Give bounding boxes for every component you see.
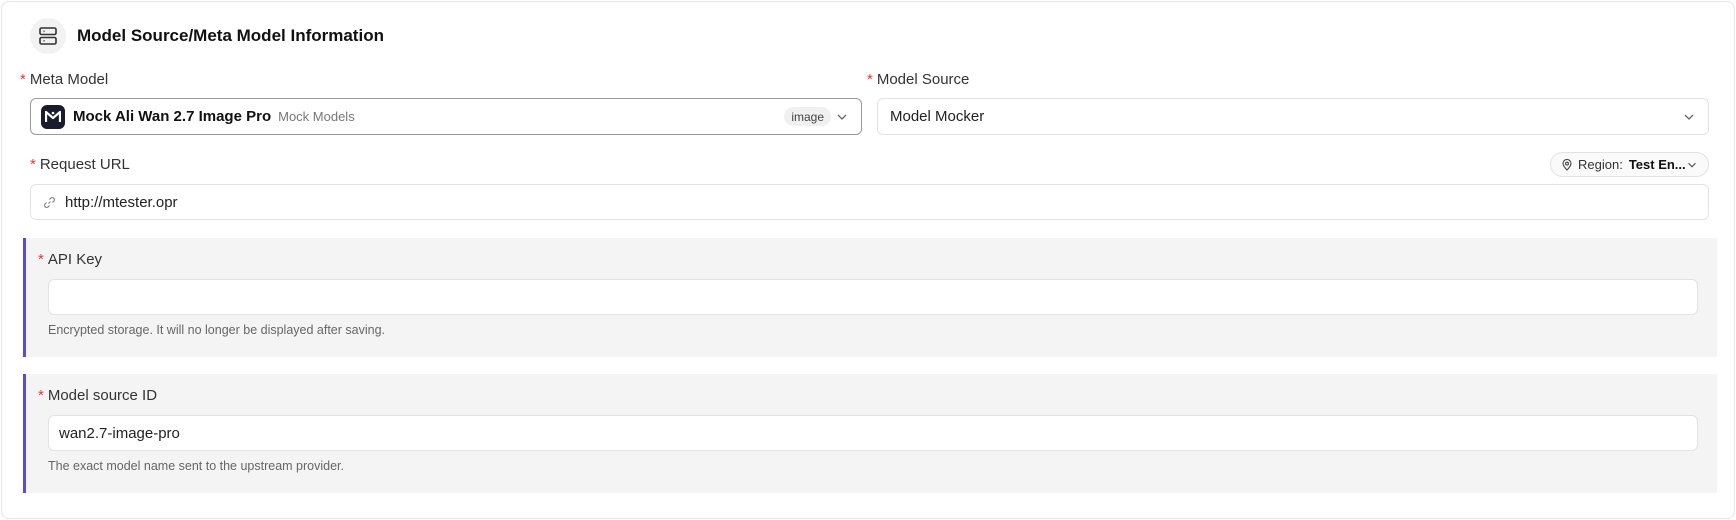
api-key-label: * API Key — [38, 251, 102, 268]
required-mark: * — [20, 71, 26, 88]
api-key-input[interactable] — [48, 279, 1698, 315]
server-icon — [30, 18, 66, 54]
meta-model-provider: Mock Models — [278, 109, 355, 124]
model-source-value: Model Mocker — [890, 108, 985, 125]
meta-model-label: * Meta Model — [20, 71, 108, 88]
model-source-label-text: Model Source — [876, 71, 970, 88]
region-selector[interactable]: Region: Test En... — [1550, 152, 1709, 177]
required-mark: * — [30, 156, 36, 173]
model-source-id-input[interactable]: wan2.7-image-pro — [48, 415, 1698, 451]
model-source-label: * Model Source — [867, 71, 969, 88]
chevron-down-icon — [1688, 162, 1696, 168]
region-value: Test En... — [1628, 157, 1686, 172]
model-info-card: Model Source/Meta Model Information * Met… — [1, 1, 1735, 519]
model-logo-icon — [41, 104, 65, 129]
model-source-id-section: * Model source ID wan2.7-image-pro The ex… — [23, 374, 1717, 493]
model-type-badge: image — [784, 107, 831, 126]
model-source-id-value: wan2.7-image-pro — [59, 424, 180, 442]
model-source-id-hint: The exact model name sent to the upstrea… — [48, 459, 344, 473]
request-url-input[interactable]: http://mtester.opr — [30, 184, 1709, 220]
model-source-select[interactable]: Model Mocker — [877, 98, 1709, 135]
page-title: Model Source/Meta Model Information — [77, 26, 384, 45]
required-mark: * — [38, 387, 44, 404]
meta-model-label-text: Meta Model — [29, 71, 109, 88]
required-mark: * — [867, 71, 873, 88]
request-url-value: http://mtester.opr — [65, 193, 178, 211]
model-source-id-label: * Model source ID — [38, 387, 157, 404]
location-pin-icon — [1562, 158, 1572, 171]
request-url-label: * Request URL — [30, 156, 130, 173]
link-icon — [44, 196, 55, 208]
request-url-label-text: Request URL — [39, 156, 130, 173]
api-key-label-text: API Key — [47, 251, 103, 268]
required-mark: * — [38, 251, 44, 268]
meta-model-select[interactable]: Mock Ali Wan 2.7 Image Pro Mock Models i… — [30, 98, 862, 135]
model-source-id-label-text: Model source ID — [47, 387, 158, 404]
api-key-hint: Encrypted storage. It will no longer be … — [48, 323, 385, 337]
api-key-section: * API Key Encrypted storage. It will no l… — [23, 238, 1717, 357]
meta-model-name: Mock Ali Wan 2.7 Image Pro — [73, 108, 272, 125]
region-label: Region: — [1578, 157, 1623, 172]
section-header: Model Source/Meta Model Information — [30, 18, 384, 54]
chevron-down-icon — [1684, 114, 1694, 120]
chevron-down-icon — [837, 114, 847, 120]
